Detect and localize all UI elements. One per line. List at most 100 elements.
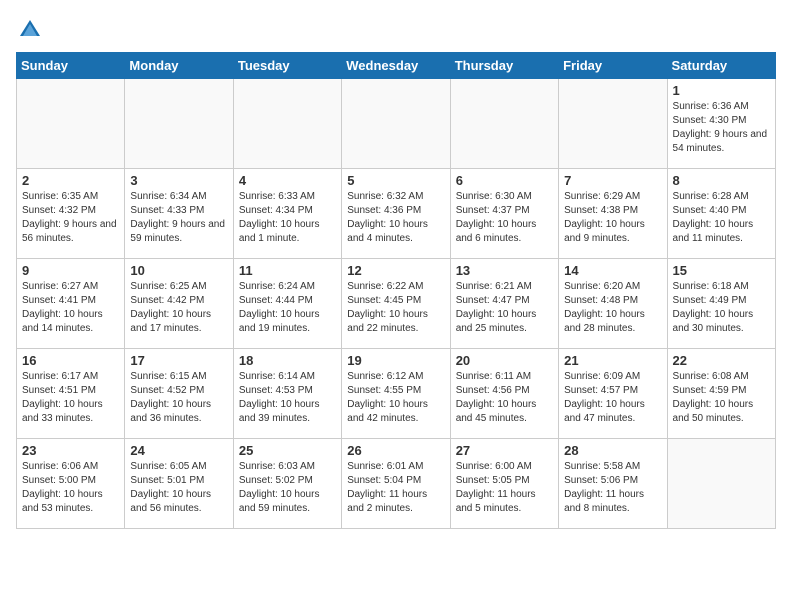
week-row-2: 9 Sunrise: 6:27 AM Sunset: 4:41 PM Daylig… — [17, 259, 776, 349]
calendar-cell-w3-d3: 19 Sunrise: 6:12 AM Sunset: 4:55 PM Dayli… — [342, 349, 450, 439]
day-info: Sunrise: 6:03 AM Sunset: 5:02 PM Dayligh… — [239, 460, 336, 516]
calendar-cell-w1-d5: 7 Sunrise: 6:29 AM Sunset: 4:38 PM Daylig… — [559, 169, 667, 259]
day-info: Sunrise: 6:35 AM Sunset: 4:32 PM Dayligh… — [22, 190, 119, 246]
day-number: 9 — [22, 263, 119, 278]
calendar-cell-w3-d2: 18Sunrise: 6:14 AM Sunset: 4:53 PM Dayli… — [233, 349, 341, 439]
day-info: Sunrise: 5:58 AM Sunset: 5:06 PM Dayligh… — [564, 460, 661, 516]
day-info: Sunrise: 6:06 AM Sunset: 5:00 PM Dayligh… — [22, 460, 119, 516]
calendar-cell-w3-d1: 17 Sunrise: 6:15 AM Sunset: 4:52 PM Dayli… — [125, 349, 233, 439]
calendar-cell-w4-d0: 23 Sunrise: 6:06 AM Sunset: 5:00 PM Dayli… — [17, 439, 125, 529]
calendar-cell-w2-d6: 15 Sunrise: 6:18 AM Sunset: 4:49 PM Dayli… — [667, 259, 775, 349]
day-info: Sunrise: 6:21 AM Sunset: 4:47 PM Dayligh… — [456, 280, 553, 336]
week-row-0: 1 Sunrise: 6:36 AM Sunset: 4:30 PM Daylig… — [17, 79, 776, 169]
day-number: 15 — [673, 263, 770, 278]
calendar-cell-w0-d4 — [450, 79, 558, 169]
day-info: Sunrise: 6:36 AM Sunset: 4:30 PM Dayligh… — [673, 100, 770, 156]
day-number: 5 — [347, 173, 444, 188]
day-info: Sunrise: 6:32 AM Sunset: 4:36 PM Dayligh… — [347, 190, 444, 246]
day-number: 14 — [564, 263, 661, 278]
day-info: Sunrise: 6:15 AM Sunset: 4:52 PM Dayligh… — [130, 370, 227, 426]
day-info: Sunrise: 6:25 AM Sunset: 4:42 PM Dayligh… — [130, 280, 227, 336]
day-number: 19 — [347, 353, 444, 368]
calendar-cell-w4-d2: 25 Sunrise: 6:03 AM Sunset: 5:02 PM Dayli… — [233, 439, 341, 529]
weekday-header-monday: Monday — [125, 53, 233, 79]
logo — [16, 16, 48, 44]
calendar-cell-w3-d0: 16 Sunrise: 6:17 AM Sunset: 4:51 PM Dayli… — [17, 349, 125, 439]
week-row-1: 2 Sunrise: 6:35 AM Sunset: 4:32 PM Daylig… — [17, 169, 776, 259]
day-number: 4 — [239, 173, 336, 188]
calendar-cell-w0-d2 — [233, 79, 341, 169]
day-info: Sunrise: 6:18 AM Sunset: 4:49 PM Dayligh… — [673, 280, 770, 336]
day-number: 10 — [130, 263, 227, 278]
day-info: Sunrise: 6:14 AM Sunset: 4:53 PM Dayligh… — [239, 370, 336, 426]
day-number: 1 — [673, 83, 770, 98]
day-number: 25 — [239, 443, 336, 458]
day-info: Sunrise: 6:30 AM Sunset: 4:37 PM Dayligh… — [456, 190, 553, 246]
calendar-cell-w4-d5: 28 Sunrise: 5:58 AM Sunset: 5:06 PM Dayli… — [559, 439, 667, 529]
day-number: 12 — [347, 263, 444, 278]
calendar-cell-w1-d0: 2 Sunrise: 6:35 AM Sunset: 4:32 PM Daylig… — [17, 169, 125, 259]
day-info: Sunrise: 6:11 AM Sunset: 4:56 PM Dayligh… — [456, 370, 553, 426]
day-info: Sunrise: 6:28 AM Sunset: 4:40 PM Dayligh… — [673, 190, 770, 246]
day-number: 17 — [130, 353, 227, 368]
day-info: Sunrise: 6:05 AM Sunset: 5:01 PM Dayligh… — [130, 460, 227, 516]
day-number: 16 — [22, 353, 119, 368]
calendar-cell-w1-d1: 3 Sunrise: 6:34 AM Sunset: 4:33 PM Daylig… — [125, 169, 233, 259]
weekday-header-wednesday: Wednesday — [342, 53, 450, 79]
day-number: 7 — [564, 173, 661, 188]
day-number: 24 — [130, 443, 227, 458]
calendar-cell-w0-d3 — [342, 79, 450, 169]
calendar-cell-w1-d2: 4 Sunrise: 6:33 AM Sunset: 4:34 PM Daylig… — [233, 169, 341, 259]
day-info: Sunrise: 6:09 AM Sunset: 4:57 PM Dayligh… — [564, 370, 661, 426]
day-info: Sunrise: 6:20 AM Sunset: 4:48 PM Dayligh… — [564, 280, 661, 336]
calendar-cell-w2-d0: 9 Sunrise: 6:27 AM Sunset: 4:41 PM Daylig… — [17, 259, 125, 349]
day-info: Sunrise: 6:34 AM Sunset: 4:33 PM Dayligh… — [130, 190, 227, 246]
day-info: Sunrise: 6:24 AM Sunset: 4:44 PM Dayligh… — [239, 280, 336, 336]
calendar-cell-w3-d5: 21Sunrise: 6:09 AM Sunset: 4:57 PM Dayli… — [559, 349, 667, 439]
day-number: 27 — [456, 443, 553, 458]
weekday-header-saturday: Saturday — [667, 53, 775, 79]
calendar-cell-w4-d6 — [667, 439, 775, 529]
day-info: Sunrise: 6:22 AM Sunset: 4:45 PM Dayligh… — [347, 280, 444, 336]
logo-icon — [16, 16, 44, 44]
day-info: Sunrise: 6:08 AM Sunset: 4:59 PM Dayligh… — [673, 370, 770, 426]
day-info: Sunrise: 6:17 AM Sunset: 4:51 PM Dayligh… — [22, 370, 119, 426]
day-info: Sunrise: 6:27 AM Sunset: 4:41 PM Dayligh… — [22, 280, 119, 336]
calendar-cell-w2-d3: 12 Sunrise: 6:22 AM Sunset: 4:45 PM Dayli… — [342, 259, 450, 349]
calendar-cell-w2-d4: 13Sunrise: 6:21 AM Sunset: 4:47 PM Dayli… — [450, 259, 558, 349]
day-info: Sunrise: 6:33 AM Sunset: 4:34 PM Dayligh… — [239, 190, 336, 246]
week-row-3: 16 Sunrise: 6:17 AM Sunset: 4:51 PM Dayli… — [17, 349, 776, 439]
day-number: 6 — [456, 173, 553, 188]
header — [16, 16, 776, 44]
calendar-cell-w3-d6: 22 Sunrise: 6:08 AM Sunset: 4:59 PM Dayli… — [667, 349, 775, 439]
calendar-cell-w4-d4: 27Sunrise: 6:00 AM Sunset: 5:05 PM Dayli… — [450, 439, 558, 529]
day-number: 22 — [673, 353, 770, 368]
day-info: Sunrise: 6:12 AM Sunset: 4:55 PM Dayligh… — [347, 370, 444, 426]
day-number: 20 — [456, 353, 553, 368]
week-row-4: 23 Sunrise: 6:06 AM Sunset: 5:00 PM Dayli… — [17, 439, 776, 529]
calendar-cell-w0-d5 — [559, 79, 667, 169]
calendar: SundayMondayTuesdayWednesdayThursdayFrid… — [16, 52, 776, 529]
day-number: 11 — [239, 263, 336, 278]
weekday-header-row: SundayMondayTuesdayWednesdayThursdayFrid… — [17, 53, 776, 79]
day-number: 23 — [22, 443, 119, 458]
day-info: Sunrise: 6:29 AM Sunset: 4:38 PM Dayligh… — [564, 190, 661, 246]
calendar-cell-w4-d3: 26 Sunrise: 6:01 AM Sunset: 5:04 PM Dayli… — [342, 439, 450, 529]
calendar-cell-w0-d6: 1 Sunrise: 6:36 AM Sunset: 4:30 PM Daylig… — [667, 79, 775, 169]
day-number: 28 — [564, 443, 661, 458]
calendar-cell-w4-d1: 24 Sunrise: 6:05 AM Sunset: 5:01 PM Dayli… — [125, 439, 233, 529]
calendar-cell-w2-d2: 11 Sunrise: 6:24 AM Sunset: 4:44 PM Dayli… — [233, 259, 341, 349]
calendar-cell-w2-d5: 14 Sunrise: 6:20 AM Sunset: 4:48 PM Dayli… — [559, 259, 667, 349]
day-number: 3 — [130, 173, 227, 188]
day-info: Sunrise: 6:01 AM Sunset: 5:04 PM Dayligh… — [347, 460, 444, 516]
calendar-cell-w1-d6: 8Sunrise: 6:28 AM Sunset: 4:40 PM Daylig… — [667, 169, 775, 259]
day-number: 2 — [22, 173, 119, 188]
day-number: 26 — [347, 443, 444, 458]
weekday-header-friday: Friday — [559, 53, 667, 79]
calendar-cell-w1-d4: 6 Sunrise: 6:30 AM Sunset: 4:37 PM Daylig… — [450, 169, 558, 259]
calendar-cell-w0-d1 — [125, 79, 233, 169]
weekday-header-tuesday: Tuesday — [233, 53, 341, 79]
weekday-header-thursday: Thursday — [450, 53, 558, 79]
calendar-cell-w1-d3: 5 Sunrise: 6:32 AM Sunset: 4:36 PM Daylig… — [342, 169, 450, 259]
calendar-cell-w0-d0 — [17, 79, 125, 169]
